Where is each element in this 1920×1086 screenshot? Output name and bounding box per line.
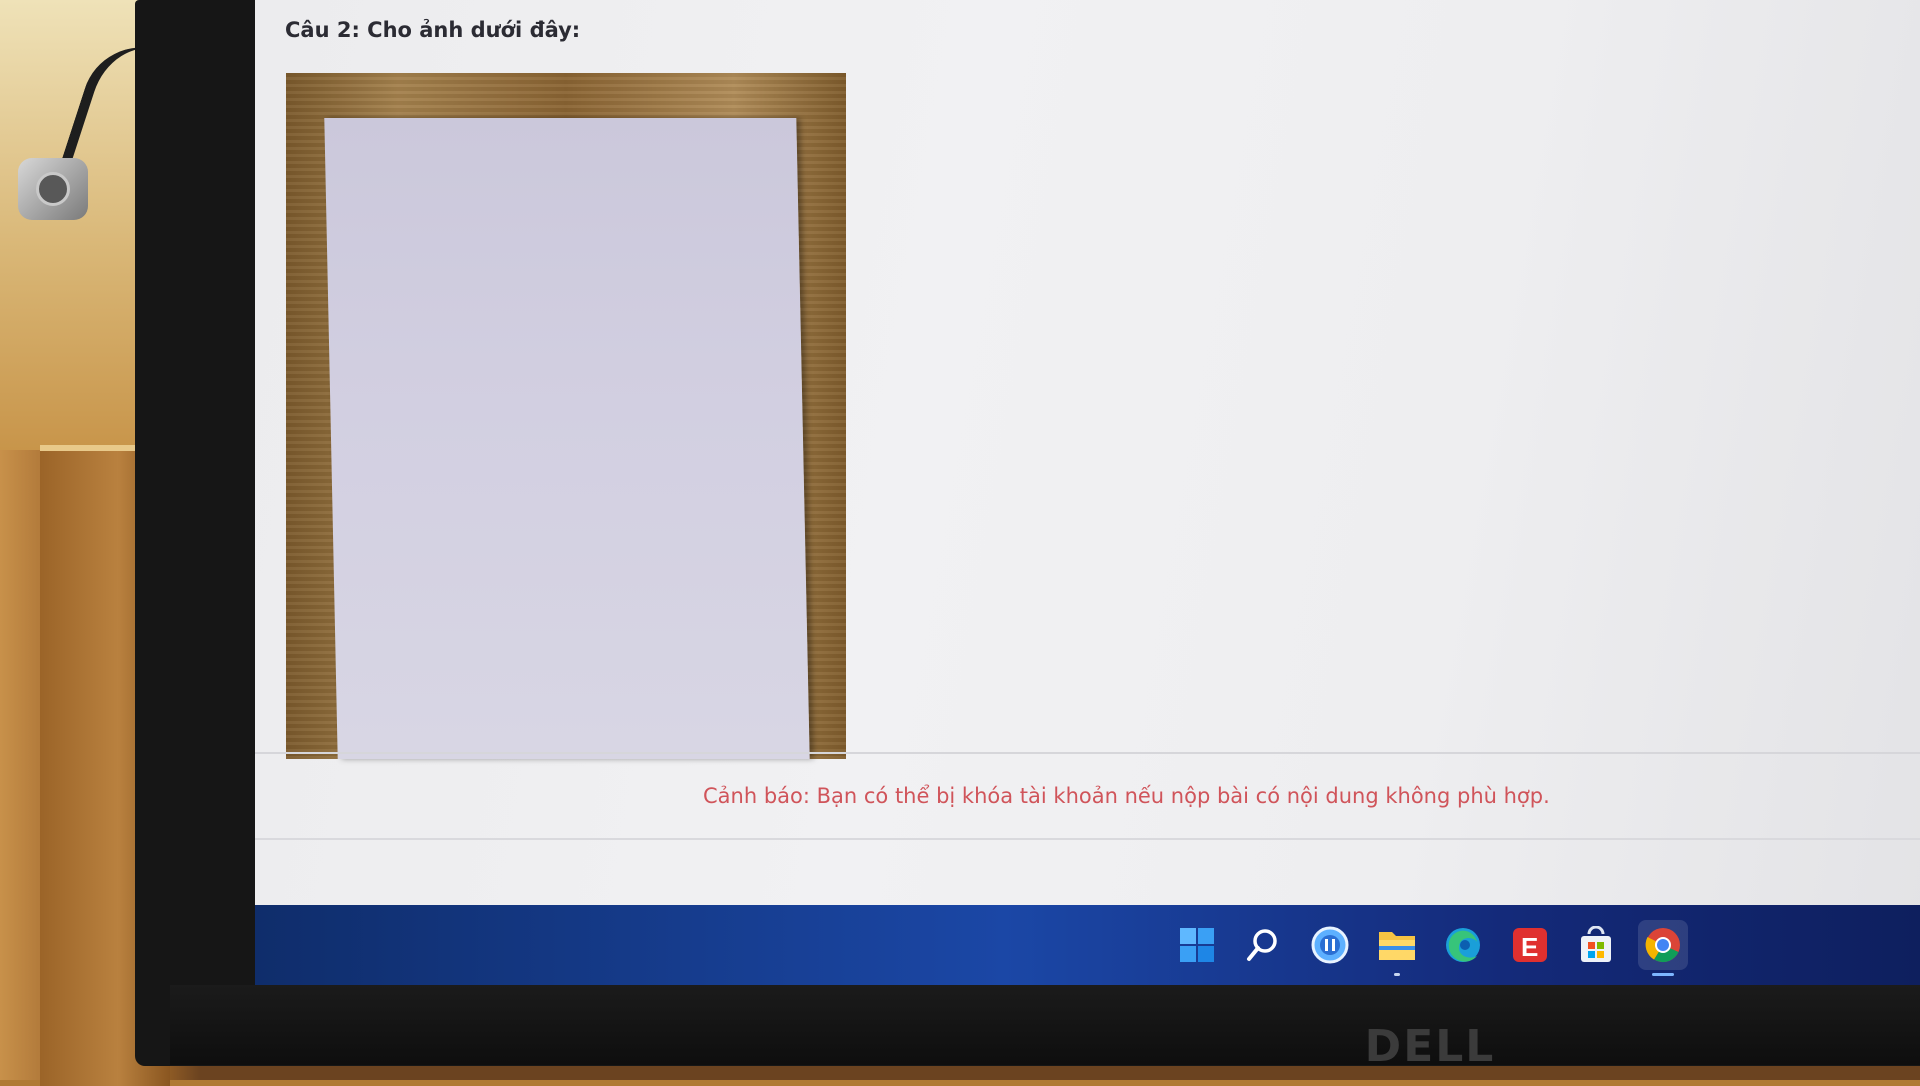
question-title: Câu 2: Cho ảnh dưới đây: [285,18,581,42]
chrome-icon[interactable] [1638,920,1688,976]
warning-text: Cảnh báo: Bạn có thể bị khóa tài khoản n… [703,784,1550,808]
store-icon[interactable] [1571,920,1621,970]
file-explorer-icon[interactable] [1372,920,1422,976]
monitor-bezel-bottom [170,985,1920,1065]
wall-clamp [18,158,88,220]
edge-icon[interactable] [1438,920,1488,970]
windows-start-icon[interactable] [1172,920,1222,970]
question-image [286,73,846,759]
taskbar: E [255,905,1920,985]
screen: Câu 2: Cho ảnh dưới đây: Cảnh báo: Bạn c… [255,0,1920,985]
paper-in-image [324,118,810,759]
svg-text:E: E [1521,932,1538,962]
meet-icon[interactable] [1305,920,1355,970]
search-icon[interactable] [1238,920,1288,970]
monitor-brand-logo: DELL [1364,1021,1496,1072]
e-app-icon[interactable]: E [1505,920,1555,970]
warning-bar: Cảnh báo: Bạn có thể bị khóa tài khoản n… [255,754,1920,840]
